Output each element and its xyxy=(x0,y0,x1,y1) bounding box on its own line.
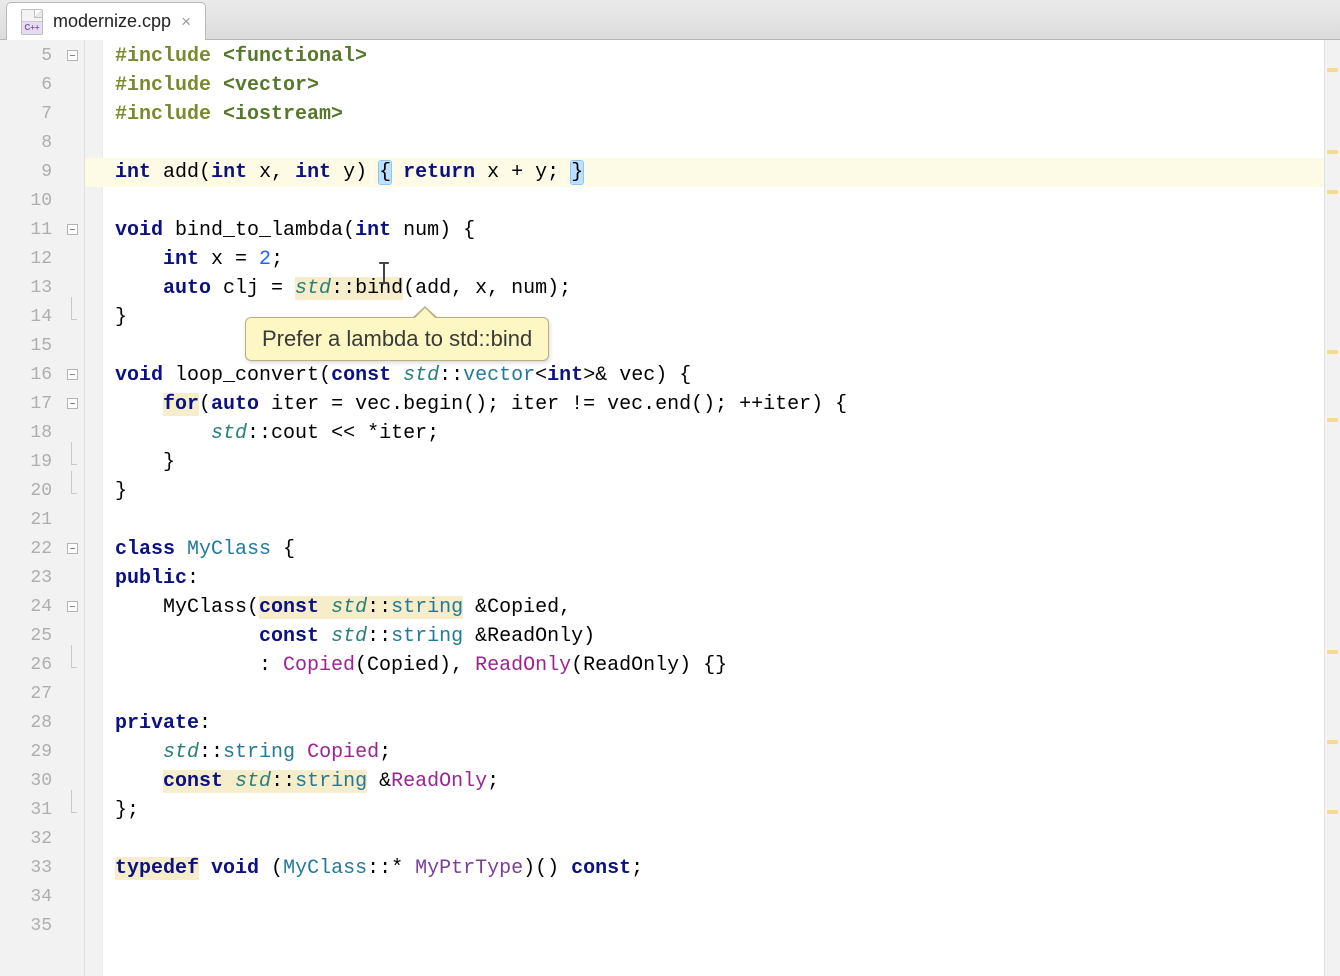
line-number: 35 xyxy=(0,912,84,941)
cpp-file-icon: C++ xyxy=(21,9,43,35)
code-line[interactable]: auto clj = std::bind(add, x, num); xyxy=(85,274,1324,303)
tooltip-text: Prefer a lambda to std::bind xyxy=(262,326,532,351)
fold-handle-icon[interactable] xyxy=(67,398,78,409)
code-line[interactable]: private: xyxy=(85,709,1324,738)
warning-marker[interactable] xyxy=(1327,68,1338,72)
line-number: 8 xyxy=(0,129,84,158)
line-number-gutter: 5 6 7 8 9 10 11 12 13 14 15 16 17 18 19 … xyxy=(0,40,85,976)
fold-end-icon xyxy=(67,485,78,496)
code-line[interactable]: std::string Copied; xyxy=(85,738,1324,767)
code-line[interactable] xyxy=(85,825,1324,854)
code-line-current[interactable]: int add(int x, int y) { return x + y; } xyxy=(85,158,1324,187)
code-line[interactable]: : Copied(Copied), ReadOnly(ReadOnly) {} xyxy=(85,651,1324,680)
line-number: 16 xyxy=(0,361,84,390)
line-number: 20 xyxy=(0,477,84,506)
code-line[interactable] xyxy=(85,187,1324,216)
code-line[interactable] xyxy=(85,506,1324,535)
fold-end-icon xyxy=(67,311,78,322)
line-number: 5 xyxy=(0,42,84,71)
warning-marker[interactable] xyxy=(1327,350,1338,354)
warning-marker[interactable] xyxy=(1327,650,1338,654)
code-line[interactable]: #include <functional> xyxy=(85,42,1324,71)
warning-marker[interactable] xyxy=(1327,150,1338,154)
line-number: 24 xyxy=(0,593,84,622)
fold-handle-icon[interactable] xyxy=(67,369,78,380)
code-line[interactable]: const std::string &ReadOnly) xyxy=(85,622,1324,651)
line-number: 11 xyxy=(0,216,84,245)
line-number: 22 xyxy=(0,535,84,564)
line-number: 9 xyxy=(0,158,84,187)
line-number: 10 xyxy=(0,187,84,216)
line-number: 6 xyxy=(0,71,84,100)
fold-end-icon xyxy=(67,804,78,815)
fold-end-icon xyxy=(67,659,78,670)
tab-filename: modernize.cpp xyxy=(53,11,171,32)
code-line[interactable]: void loop_convert(const std::vector<int>… xyxy=(85,361,1324,390)
warning-marker[interactable] xyxy=(1327,740,1338,744)
fold-handle-icon[interactable] xyxy=(67,224,78,235)
fold-handle-icon[interactable] xyxy=(67,50,78,61)
code-line[interactable]: typedef void (MyClass::* MyPtrType)() co… xyxy=(85,854,1324,883)
line-number: 34 xyxy=(0,883,84,912)
line-number: 12 xyxy=(0,245,84,274)
editor-tab[interactable]: C++ modernize.cpp × xyxy=(6,2,206,40)
warning-marker[interactable] xyxy=(1327,810,1338,814)
line-number: 21 xyxy=(0,506,84,535)
line-number: 14 xyxy=(0,303,84,332)
line-number: 7 xyxy=(0,100,84,129)
line-number: 28 xyxy=(0,709,84,738)
code-line[interactable] xyxy=(85,129,1324,158)
code-line[interactable]: #include <iostream> xyxy=(85,100,1324,129)
code-line[interactable]: MyClass(const std::string &Copied, xyxy=(85,593,1324,622)
code-line[interactable]: } xyxy=(85,477,1324,506)
line-number: 17 xyxy=(0,390,84,419)
code-line[interactable]: } xyxy=(85,448,1324,477)
warning-marker[interactable] xyxy=(1327,418,1338,422)
code-line[interactable]: class MyClass { xyxy=(85,535,1324,564)
warning-marker[interactable] xyxy=(1327,190,1338,194)
line-number: 26 xyxy=(0,651,84,680)
fold-handle-icon[interactable] xyxy=(67,601,78,612)
code-line[interactable]: }; xyxy=(85,796,1324,825)
line-number: 15 xyxy=(0,332,84,361)
tab-bar: C++ modernize.cpp × xyxy=(0,0,1340,40)
line-number: 23 xyxy=(0,564,84,593)
code-line[interactable]: void bind_to_lambda(int num) { xyxy=(85,216,1324,245)
fold-handle-icon[interactable] xyxy=(67,543,78,554)
code-line[interactable] xyxy=(85,883,1324,912)
line-number: 32 xyxy=(0,825,84,854)
code-line[interactable]: public: xyxy=(85,564,1324,593)
error-stripe[interactable] xyxy=(1324,40,1340,976)
close-tab-icon[interactable]: × xyxy=(181,13,191,30)
code-line[interactable]: for(auto iter = vec.begin(); iter != vec… xyxy=(85,390,1324,419)
fold-end-icon xyxy=(67,456,78,467)
code-line[interactable]: std::cout << *iter; xyxy=(85,419,1324,448)
inspection-tooltip: Prefer a lambda to std::bind xyxy=(245,317,549,361)
line-number: 27 xyxy=(0,680,84,709)
code-line[interactable] xyxy=(85,912,1324,941)
code-line[interactable]: const std::string &ReadOnly; xyxy=(85,767,1324,796)
code-line[interactable] xyxy=(85,680,1324,709)
code-editor[interactable]: 5 6 7 8 9 10 11 12 13 14 15 16 17 18 19 … xyxy=(0,40,1340,976)
code-line[interactable]: #include <vector> xyxy=(85,71,1324,100)
line-number: 33 xyxy=(0,854,84,883)
code-line[interactable]: int x = 2; xyxy=(85,245,1324,274)
line-number: 29 xyxy=(0,738,84,767)
code-area[interactable]: #include <functional> #include <vector> … xyxy=(85,40,1324,976)
line-number: 31 xyxy=(0,796,84,825)
